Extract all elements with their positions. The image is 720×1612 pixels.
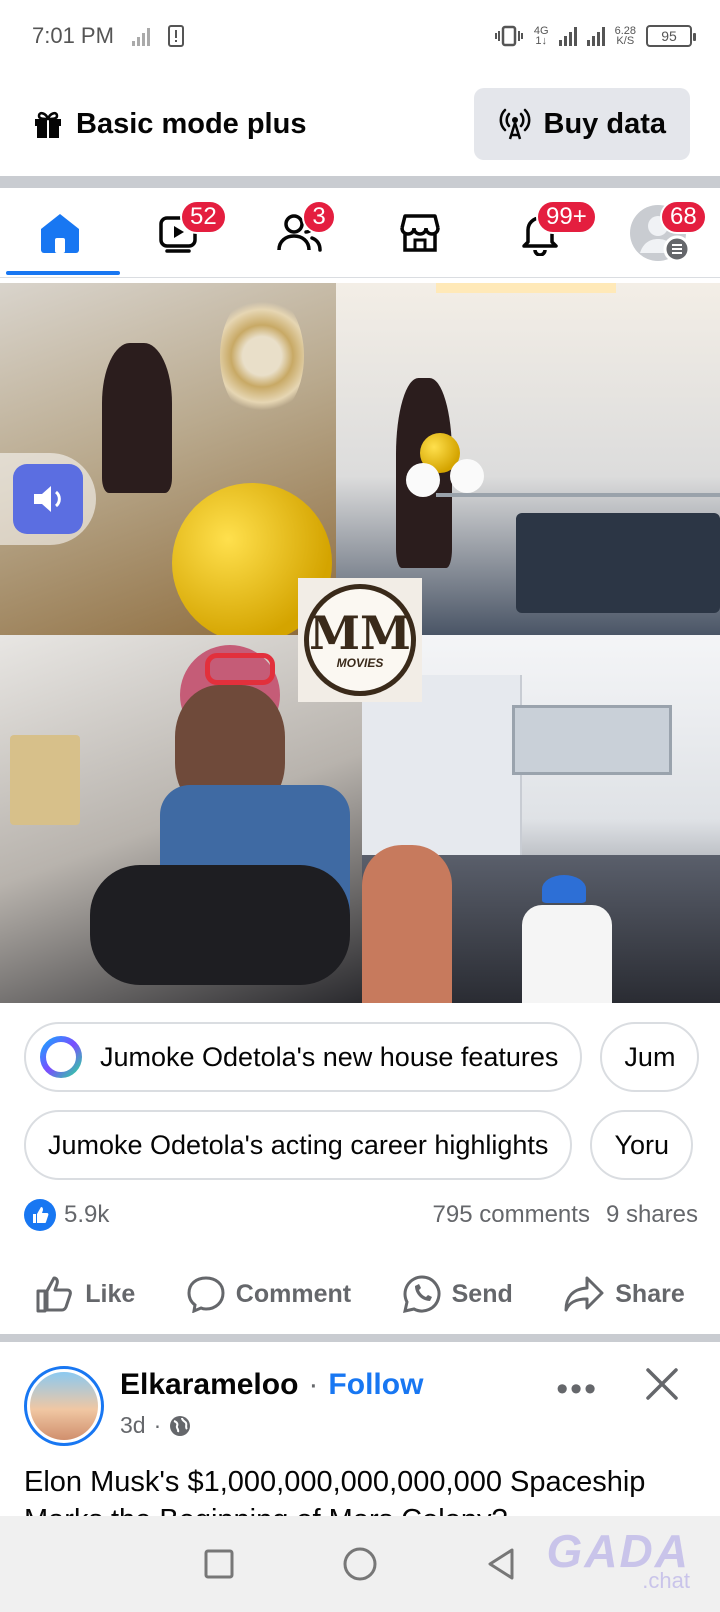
search-chip[interactable]: Jum bbox=[600, 1022, 700, 1092]
meta-ai-icon bbox=[40, 1036, 82, 1078]
profile-badge: 68 bbox=[660, 200, 707, 234]
battery-indicator: 95 bbox=[646, 25, 696, 47]
close-icon[interactable] bbox=[644, 1366, 680, 1407]
thumbs-up-icon bbox=[36, 1276, 73, 1313]
divider bbox=[0, 176, 720, 188]
gift-icon bbox=[35, 111, 61, 138]
related-searches-row-2: Jumoke Odetola's acting career highlight… bbox=[0, 1110, 720, 1190]
buy-data-label: Buy data bbox=[543, 107, 666, 140]
tab-bar: 52 3 99+ 68 bbox=[0, 188, 720, 278]
author-name[interactable]: Elkarameloo bbox=[120, 1368, 298, 1402]
volume-icon bbox=[34, 486, 61, 512]
search-chip-label: Jumoke Odetola's acting career highlight… bbox=[48, 1129, 549, 1160]
video-badge: 52 bbox=[180, 200, 227, 234]
comment-button[interactable]: Comment bbox=[186, 1275, 351, 1313]
broadcast-tower-icon bbox=[499, 108, 530, 140]
network-type: 4G 1↓ bbox=[533, 25, 549, 47]
notifications-badge: 99+ bbox=[536, 200, 597, 234]
gada-watermark-suffix: .chat bbox=[642, 1568, 690, 1593]
home-nav-icon[interactable] bbox=[342, 1546, 378, 1582]
search-chip-label: Jum bbox=[624, 1041, 676, 1072]
post-image-collage[interactable]: MM MOVIES bbox=[0, 283, 720, 1003]
tab-friends[interactable]: 3 bbox=[240, 188, 360, 277]
tab-marketplace[interactable] bbox=[360, 188, 480, 277]
globe-icon bbox=[170, 1415, 191, 1436]
tab-profile[interactable]: 68 bbox=[600, 188, 720, 277]
name-separator: · bbox=[308, 1368, 319, 1401]
floating-volume-widget[interactable] bbox=[0, 453, 96, 545]
search-chip-label: Jumoke Odetola's new house features bbox=[100, 1041, 559, 1072]
follow-button[interactable]: Follow bbox=[328, 1368, 423, 1402]
post-stats: 5.9k 795 comments 9 shares bbox=[24, 1193, 698, 1237]
post-header: Elkarameloo · Follow 3d · ••• bbox=[24, 1366, 700, 1446]
like-button[interactable]: Like bbox=[35, 1275, 135, 1313]
share-button[interactable]: Share bbox=[563, 1275, 685, 1313]
friends-badge: 3 bbox=[302, 200, 336, 234]
basic-mode-label: Basic mode plus bbox=[76, 107, 307, 140]
search-chip[interactable]: Jumoke Odetola's new house features bbox=[24, 1022, 583, 1092]
post-time: 3d bbox=[120, 1412, 146, 1438]
sim-alert-icon bbox=[167, 25, 184, 47]
more-options-icon[interactable]: ••• bbox=[556, 1370, 598, 1409]
vibrate-icon bbox=[494, 25, 523, 47]
recent-apps-icon[interactable] bbox=[203, 1548, 235, 1580]
search-chip[interactable]: Yoru bbox=[590, 1110, 693, 1180]
comments-count[interactable]: 795 comments bbox=[433, 1201, 590, 1229]
basic-mode-plus[interactable]: Basic mode plus bbox=[32, 108, 306, 141]
signal-weak-icon bbox=[131, 26, 150, 46]
back-nav-icon[interactable] bbox=[485, 1547, 517, 1581]
post-actions: Like Comment Send Share bbox=[0, 1256, 720, 1332]
comment-icon bbox=[187, 1276, 225, 1313]
marketplace-icon bbox=[400, 213, 440, 252]
net-speed: 6.28 K/S bbox=[614, 25, 636, 47]
search-chip[interactable]: Jumoke Odetola's acting career highlight… bbox=[24, 1110, 573, 1180]
reaction-count[interactable]: 5.9k bbox=[24, 1199, 109, 1231]
signal-2-icon bbox=[586, 26, 605, 46]
likes-count: 5.9k bbox=[64, 1201, 110, 1228]
shares-count[interactable]: 9 shares bbox=[606, 1201, 698, 1229]
tab-home[interactable] bbox=[0, 188, 120, 277]
tab-notifications[interactable]: 99+ bbox=[480, 188, 600, 277]
post-divider bbox=[0, 1334, 720, 1342]
meta-separator: · bbox=[153, 1412, 162, 1438]
search-chip-label: Yoru bbox=[614, 1129, 669, 1160]
movies-logo: MM MOVIES bbox=[298, 578, 422, 702]
signal-icon bbox=[558, 26, 577, 46]
top-bar: Basic mode plus Buy data bbox=[0, 72, 720, 176]
share-arrow-icon bbox=[564, 1276, 604, 1312]
status-bar: 7:01 PM 4G 1↓ 6.28 K/S 95 bbox=[0, 0, 720, 72]
status-time: 7:01 PM bbox=[32, 23, 114, 48]
whatsapp-icon bbox=[402, 1275, 441, 1313]
like-reaction-icon bbox=[24, 1199, 56, 1231]
buy-data-button[interactable]: Buy data bbox=[473, 88, 690, 160]
send-button[interactable]: Send bbox=[402, 1274, 513, 1314]
tab-video[interactable]: 52 bbox=[120, 188, 240, 277]
related-searches-row-1: Jumoke Odetola's new house features Jum bbox=[0, 1022, 720, 1102]
avatar[interactable] bbox=[24, 1366, 104, 1446]
home-icon bbox=[41, 213, 79, 253]
